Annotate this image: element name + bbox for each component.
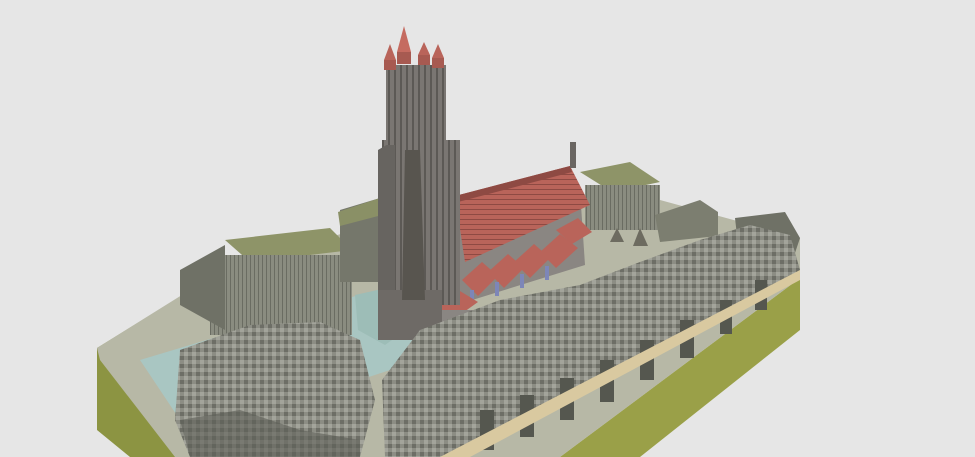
tower-left-side [378, 140, 395, 305]
nave-spirelet [570, 142, 576, 168]
tower-pinnacles [384, 26, 444, 70]
scene-canvas [97, 26, 800, 457]
hill-left-front [210, 255, 352, 335]
tower-belfry [386, 65, 446, 145]
block-back-right-front [585, 185, 660, 230]
voxel-church-scene [0, 0, 975, 457]
